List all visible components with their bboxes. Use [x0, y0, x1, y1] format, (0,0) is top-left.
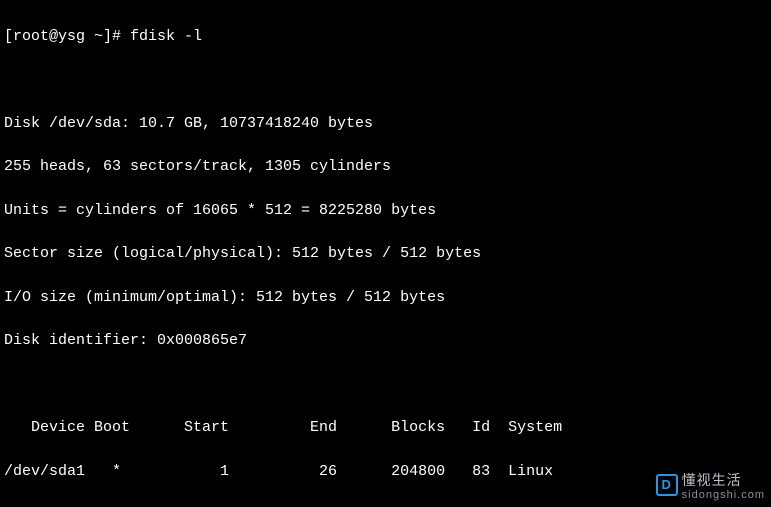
- watermark-text: 懂视生活: [682, 472, 742, 488]
- watermark: D 懂视生活 sidongshi.com: [656, 470, 765, 501]
- entered-command: fdisk -l: [130, 28, 202, 45]
- partition-table-header: Device Boot Start End Blocks Id System: [4, 417, 767, 439]
- prompt-line[interactable]: [root@ysg ~]# fdisk -l: [4, 26, 767, 48]
- blank-line: [4, 374, 767, 396]
- partition-row-sda1: /dev/sda1 * 1 26 204800 83 Linux: [4, 461, 767, 483]
- disk-sda-identifier: Disk identifier: 0x000865e7: [4, 330, 767, 352]
- disk-sda-units: Units = cylinders of 16065 * 512 = 82252…: [4, 200, 767, 222]
- prompt-user: [root@ysg ~]: [4, 28, 112, 45]
- watermark-logo-icon: D: [656, 474, 678, 496]
- prompt-sep: #: [112, 28, 130, 45]
- terminal-output[interactable]: [root@ysg ~]# fdisk -l Disk /dev/sda: 10…: [0, 0, 771, 507]
- disk-sda-io-size: I/O size (minimum/optimal): 512 bytes / …: [4, 287, 767, 309]
- disk-sda-geometry: 255 heads, 63 sectors/track, 1305 cylind…: [4, 156, 767, 178]
- disk-sda-sector-size: Sector size (logical/physical): 512 byte…: [4, 243, 767, 265]
- watermark-domain: sidongshi.com: [682, 490, 765, 501]
- disk-sda-size: Disk /dev/sda: 10.7 GB, 10737418240 byte…: [4, 113, 767, 135]
- blank-line: [4, 69, 767, 91]
